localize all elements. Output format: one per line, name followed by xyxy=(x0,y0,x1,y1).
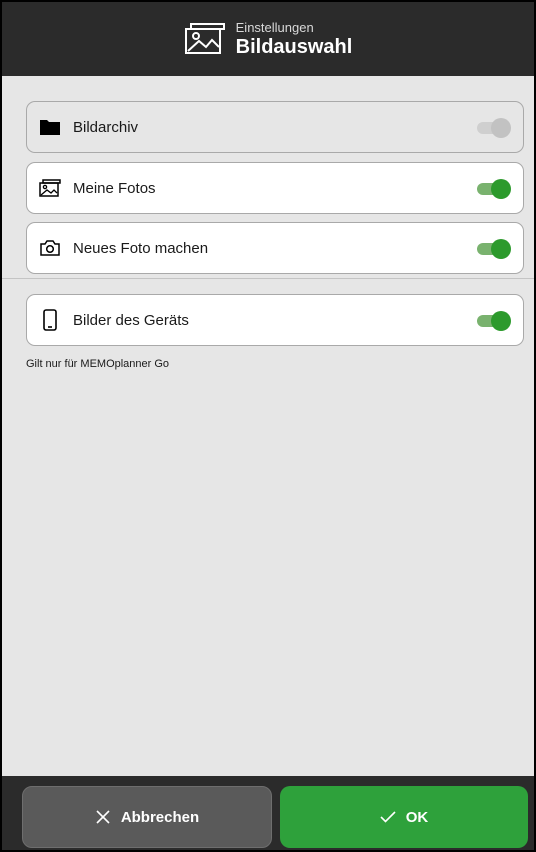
settings-content: Bildarchiv Meine Fotos Neues Foto machen… xyxy=(2,76,534,776)
option-label: Bildarchiv xyxy=(73,118,139,136)
cancel-button[interactable]: Abbrechen xyxy=(22,786,272,848)
header-subtitle: Einstellungen xyxy=(235,20,314,35)
footer: Abbrechen OK xyxy=(2,776,534,850)
divider xyxy=(2,278,534,279)
ok-label: OK xyxy=(405,808,429,826)
check-icon xyxy=(380,811,396,823)
toggle-knob xyxy=(491,179,511,199)
meine-fotos-toggle[interactable] xyxy=(477,179,511,199)
bilder-geraet-toggle[interactable] xyxy=(477,311,511,331)
toggle-knob xyxy=(491,311,511,331)
header: Einstellungen Bildauswahl xyxy=(2,2,534,76)
cancel-label: Abbrechen xyxy=(120,808,200,826)
option-label: Bilder des Geräts xyxy=(73,311,189,329)
ok-button[interactable]: OK xyxy=(280,786,528,848)
option-label: Meine Fotos xyxy=(73,179,156,197)
toggle-knob xyxy=(491,239,511,259)
folder-icon xyxy=(39,116,61,138)
image-gallery-icon xyxy=(184,23,225,54)
option-meine-fotos[interactable]: Meine Fotos xyxy=(26,162,524,214)
phone-icon xyxy=(39,309,61,331)
option-neues-foto[interactable]: Neues Foto machen xyxy=(26,222,524,274)
photos-icon xyxy=(39,177,61,199)
option-label: Neues Foto machen xyxy=(73,239,209,257)
page-title: Bildauswahl xyxy=(235,36,353,58)
settings-screen: Einstellungen Bildauswahl Bildarchiv Mei… xyxy=(0,0,536,852)
header-titles: Einstellungen Bildauswahl xyxy=(236,21,353,57)
option-note: Gilt nur für MEMOplanner Go xyxy=(26,358,170,370)
camera-icon xyxy=(39,237,61,259)
option-bilder-geraet[interactable]: Bilder des Geräts xyxy=(26,294,524,346)
toggle-knob xyxy=(491,118,511,138)
bildarchiv-toggle[interactable] xyxy=(477,118,511,138)
option-bildarchiv[interactable]: Bildarchiv xyxy=(26,101,524,153)
neues-foto-toggle[interactable] xyxy=(477,239,511,259)
close-icon xyxy=(96,810,110,824)
